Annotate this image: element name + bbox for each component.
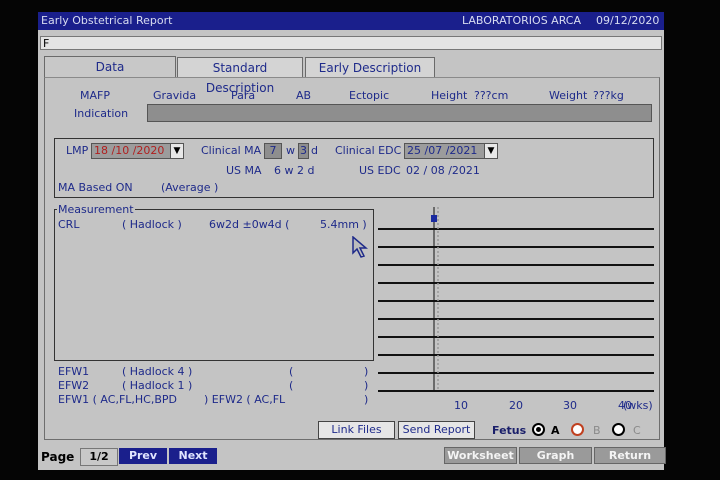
us-edc-value: 02 / 08 /2021 <box>406 164 480 177</box>
tab-standard-description[interactable]: Standard Description <box>177 57 303 95</box>
clinic-name: LABORATORIOS ARCA <box>462 14 582 27</box>
command-input[interactable]: F <box>40 36 662 50</box>
clinical-ma-weeks[interactable]: 7 <box>264 143 282 159</box>
efw2-close: ) <box>364 379 369 392</box>
para-label[interactable]: Para <box>231 89 255 102</box>
weight-value[interactable]: ???kg <box>593 89 624 102</box>
ma-based-label: MA Based ON <box>58 181 133 194</box>
x-tick-label: 30 <box>563 399 577 412</box>
indication-field[interactable] <box>147 104 652 122</box>
title-bar: Early Obstetrical Report LABORATORIOS AR… <box>38 12 664 30</box>
measurement-title: Measurement <box>57 203 135 216</box>
us-ma-value: 6 w 2 d <box>274 164 315 177</box>
crl-value[interactable]: 5.4mm ) <box>320 218 367 231</box>
gravida-label[interactable]: Gravida <box>153 89 196 102</box>
page-label: Page <box>41 450 75 464</box>
fetus-a-label[interactable]: A <box>551 424 560 437</box>
crl-name[interactable]: CRL <box>58 218 79 231</box>
ectopic-label[interactable]: Ectopic <box>349 89 389 102</box>
chevron-down-icon[interactable]: ▼ <box>170 144 183 158</box>
fetus-b-radio[interactable] <box>571 423 584 436</box>
crl-ga: 6w2d ±0w4d ( <box>209 218 290 231</box>
x-unit-label: (wks) <box>623 399 653 412</box>
w-unit: w <box>286 144 295 157</box>
fetus-c-radio[interactable] <box>612 423 625 436</box>
clinical-edc-label: Clinical EDC <box>335 144 402 157</box>
graph-tick-labels: 10 20 30 40(wks) <box>454 399 653 412</box>
fetus-b-label[interactable]: B <box>593 424 601 437</box>
report-date: 09/12/2020 <box>596 14 660 27</box>
window-title: Early Obstetrical Report <box>41 14 173 27</box>
lmp-label: LMP <box>66 144 89 157</box>
lmp-select[interactable]: 18 /10 /2020 ▼ <box>91 143 184 159</box>
tab-data[interactable]: Data <box>44 56 176 78</box>
efw1-method[interactable]: ( Hadlock 4 ) <box>122 365 192 378</box>
us-ma-label: US MA <box>226 164 262 177</box>
us-edc-label: US EDC <box>359 164 401 177</box>
next-button[interactable]: Next <box>169 448 217 464</box>
efw2-formula[interactable]: ) EFW2 ( AC,FL <box>204 393 285 406</box>
page-indicator: 1/2 <box>80 448 118 466</box>
chevron-down-icon[interactable]: ▼ <box>484 144 497 158</box>
clinical-ma-days[interactable]: 3 <box>298 143 309 159</box>
mafp-label[interactable]: MAFP <box>80 89 110 102</box>
ab-label[interactable]: AB <box>296 89 311 102</box>
ma-based-value[interactable]: (Average ) <box>161 181 218 194</box>
send-report-button[interactable]: Send Report <box>398 421 475 439</box>
efw1-close: ) <box>364 365 369 378</box>
x-tick-label: 10 <box>454 399 468 412</box>
growth-graph: 10 20 30 40(wks) <box>378 207 654 412</box>
efw2-method[interactable]: ( Hadlock 1 ) <box>122 379 192 392</box>
crl-data-point <box>431 215 438 222</box>
tab-early-description[interactable]: Early Description <box>305 57 435 77</box>
efw1-open: ( <box>289 365 294 378</box>
efw1-name: EFW1 <box>58 365 90 378</box>
clinical-edc-value: 25 /07 /2021 <box>407 144 478 157</box>
efw2-open: ( <box>289 379 294 392</box>
height-value[interactable]: ???cm <box>474 89 508 102</box>
fetus-a-radio[interactable] <box>532 423 545 436</box>
indication-label: Indication <box>74 107 129 120</box>
crl-method[interactable]: ( Hadlock ) <box>122 218 182 231</box>
graph-lines <box>378 207 654 392</box>
mouse-cursor-icon <box>352 236 368 258</box>
prev-button[interactable]: Prev <box>119 448 167 464</box>
link-files-button[interactable]: Link Files <box>318 421 395 439</box>
return-button[interactable]: Return <box>594 447 666 464</box>
measurement-group <box>54 209 374 361</box>
efw-footer-close: ) <box>364 393 369 406</box>
fetus-c-label[interactable]: C <box>633 424 641 437</box>
clinical-ma-label: Clinical MA <box>201 144 262 157</box>
d-unit: d <box>311 144 318 157</box>
weight-label: Weight <box>549 89 588 102</box>
efw1-formula[interactable]: EFW1 ( AC,FL,HC,BPD <box>58 393 177 406</box>
lmp-value: 18 /10 /2020 <box>94 144 165 157</box>
clinical-edc-select[interactable]: 25 /07 /2021 ▼ <box>404 143 498 159</box>
worksheet-button[interactable]: Worksheet <box>444 447 517 464</box>
efw2-name: EFW2 <box>58 379 90 392</box>
x-tick-label: 20 <box>509 399 523 412</box>
graph-button[interactable]: Graph <box>519 447 592 464</box>
fetus-label: Fetus <box>492 424 527 437</box>
height-label: Height <box>431 89 468 102</box>
